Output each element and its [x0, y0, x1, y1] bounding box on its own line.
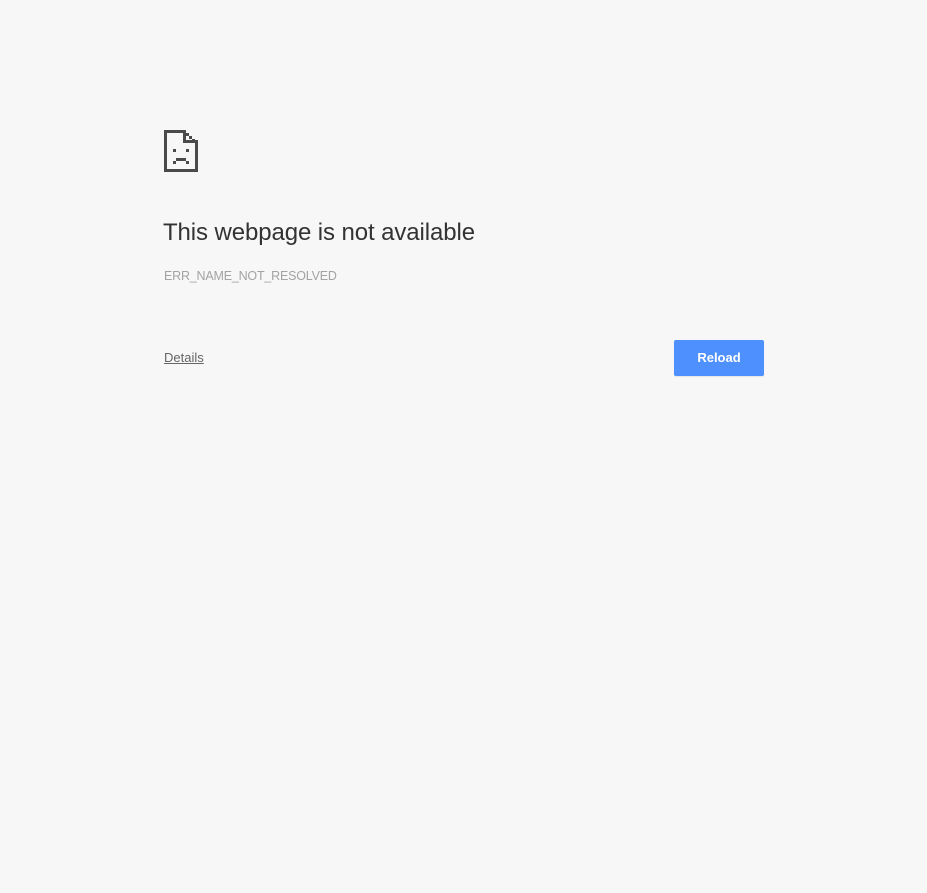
error-title: This webpage is not available [163, 219, 475, 246]
sad-page-icon [164, 130, 198, 172]
details-link[interactable]: Details [164, 350, 204, 365]
reload-button[interactable]: Reload [674, 340, 764, 376]
error-code: ERR_NAME_NOT_RESOLVED [164, 269, 337, 283]
